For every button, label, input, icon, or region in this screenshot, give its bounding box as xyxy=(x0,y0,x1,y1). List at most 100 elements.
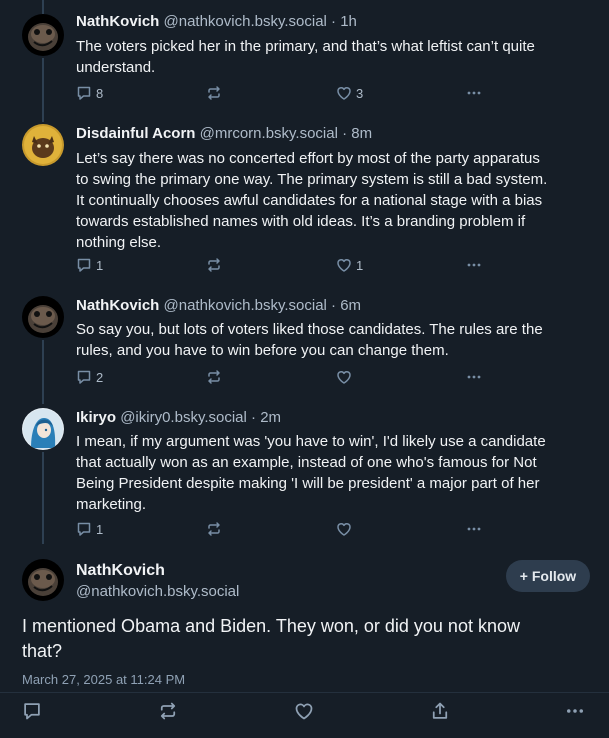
post-text-line: Being President despite making 'I will b… xyxy=(76,475,540,492)
post-text-line: The voters picked her in the primary, an… xyxy=(76,38,535,55)
post-text-line: that? xyxy=(22,641,63,661)
post-text-line: towards established names with old ideas… xyxy=(76,213,526,230)
author-handle[interactable]: @mrcorn.bsky.social xyxy=(200,125,338,142)
thread-post[interactable]: Ikiryo @ikiry0.bsky.social · 2m I mean, … xyxy=(0,400,609,548)
post-text-line: understand. xyxy=(76,59,156,76)
author-handle[interactable]: @nathkovich.bsky.social xyxy=(76,582,239,602)
reply-count: 8 xyxy=(96,85,104,101)
reply-button[interactable]: 1 xyxy=(76,255,103,275)
like-button[interactable] xyxy=(336,367,352,387)
more-button[interactable] xyxy=(466,83,482,103)
author-name[interactable]: Ikiryo xyxy=(76,409,116,426)
author-handle[interactable]: @ikiry0.bsky.social xyxy=(120,409,247,426)
repost-button[interactable] xyxy=(206,367,222,387)
post-time[interactable]: 2m xyxy=(260,409,281,426)
post-text: I mean, if my argument was 'you have to … xyxy=(76,431,586,515)
post-time[interactable]: 1h xyxy=(340,13,357,30)
post-text-line: rules, and you have to win before you ca… xyxy=(76,342,449,359)
like-button[interactable] xyxy=(336,519,352,539)
thread-post[interactable]: Disdainful Acorn @mrcorn.bsky.social · 8… xyxy=(0,112,609,288)
avatar[interactable] xyxy=(22,124,64,166)
avatar[interactable] xyxy=(22,559,64,601)
reply-count: 2 xyxy=(96,369,104,385)
reply-count: 1 xyxy=(96,521,104,537)
author-name[interactable]: NathKovich xyxy=(76,13,159,30)
more-icon xyxy=(467,375,481,379)
reply-button[interactable]: 8 xyxy=(76,83,103,103)
repost-icon xyxy=(208,370,220,384)
more-icon xyxy=(467,91,481,95)
more-button[interactable] xyxy=(565,701,585,721)
post-text-line: marketing. xyxy=(76,496,147,513)
post-actions: 1 1 xyxy=(76,255,496,275)
avatar[interactable] xyxy=(22,14,64,56)
repost-icon xyxy=(208,522,220,536)
repost-button[interactable] xyxy=(158,701,178,721)
heart-icon xyxy=(337,523,351,536)
heart-icon xyxy=(337,371,351,384)
repost-button[interactable] xyxy=(206,83,222,103)
more-icon xyxy=(467,263,481,267)
post-text: I mentioned Obama and Biden. They won, o… xyxy=(22,614,582,664)
heart-icon xyxy=(337,259,351,272)
like-count: 3 xyxy=(356,85,364,101)
heart-icon xyxy=(295,703,313,720)
like-button[interactable] xyxy=(294,701,314,721)
avatar[interactable] xyxy=(22,296,64,338)
reply-icon xyxy=(77,86,91,100)
post-text-line: So say you, but lots of voters liked tho… xyxy=(76,321,543,338)
post-text-line: nothing else. xyxy=(76,234,162,251)
avatar[interactable] xyxy=(22,408,64,450)
reply-button[interactable]: 2 xyxy=(76,367,103,387)
share-button[interactable] xyxy=(430,701,450,721)
reply-icon xyxy=(77,258,91,272)
post-actions: 8 3 xyxy=(76,83,496,103)
author-handle[interactable]: @nathkovich.bsky.social xyxy=(164,297,327,314)
post-actions: 1 xyxy=(76,519,496,539)
reply-button[interactable]: 1 xyxy=(76,519,103,539)
follow-button[interactable]: + Follow xyxy=(506,560,590,592)
more-button[interactable] xyxy=(466,519,482,539)
separator: · xyxy=(331,297,337,314)
repost-button[interactable] xyxy=(206,255,222,275)
reply-icon xyxy=(24,703,40,720)
repost-icon xyxy=(208,86,220,100)
post-text-line: I mean, if my argument was 'you have to … xyxy=(76,433,546,450)
post-text-line: It continually chooses awful candidates … xyxy=(76,192,543,209)
separator: · xyxy=(342,125,348,142)
reply-count: 1 xyxy=(96,257,104,273)
thread-post[interactable]: NathKovich @nathkovich.bsky.social · 1h … xyxy=(0,0,609,112)
post-time[interactable]: 6m xyxy=(340,297,361,314)
post-actions: 2 xyxy=(76,367,496,387)
separator: · xyxy=(331,13,337,30)
more-icon xyxy=(567,709,583,713)
post-text: The voters picked her in the primary, an… xyxy=(76,36,586,78)
post-text-line: to swing the primary one way. The primar… xyxy=(76,171,548,188)
author-handle[interactable]: @nathkovich.bsky.social xyxy=(164,13,327,30)
more-button[interactable] xyxy=(466,367,482,387)
more-button[interactable] xyxy=(466,255,482,275)
post-date: March 27, 2025 at 11:24 PM xyxy=(22,672,186,687)
post-text-line: I mentioned Obama and Biden. They won, o… xyxy=(22,616,520,636)
author-name[interactable]: Disdainful Acorn xyxy=(76,125,195,142)
heart-icon xyxy=(337,87,351,100)
more-icon xyxy=(467,527,481,531)
author-name[interactable]: NathKovich xyxy=(76,297,159,314)
post-text-line: Let’s say there was no concerted effort … xyxy=(76,150,540,167)
reply-icon xyxy=(77,522,91,536)
author-name[interactable]: NathKovich xyxy=(76,561,165,581)
post-text-line: that actually won as an example, instead… xyxy=(76,454,537,471)
like-button[interactable]: 3 xyxy=(336,83,363,103)
separator: · xyxy=(251,409,257,426)
reply-icon xyxy=(77,370,91,384)
like-button[interactable]: 1 xyxy=(336,255,363,275)
repost-icon xyxy=(160,702,176,720)
repost-button[interactable] xyxy=(206,519,222,539)
post-text: So say you, but lots of voters liked tho… xyxy=(76,319,586,361)
repost-icon xyxy=(208,258,220,272)
post-time[interactable]: 8m xyxy=(351,125,372,142)
like-count: 1 xyxy=(356,257,364,273)
thread-post[interactable]: NathKovich @nathkovich.bsky.social · 6m … xyxy=(0,288,609,400)
reply-button[interactable] xyxy=(22,701,42,721)
share-icon xyxy=(432,702,448,719)
